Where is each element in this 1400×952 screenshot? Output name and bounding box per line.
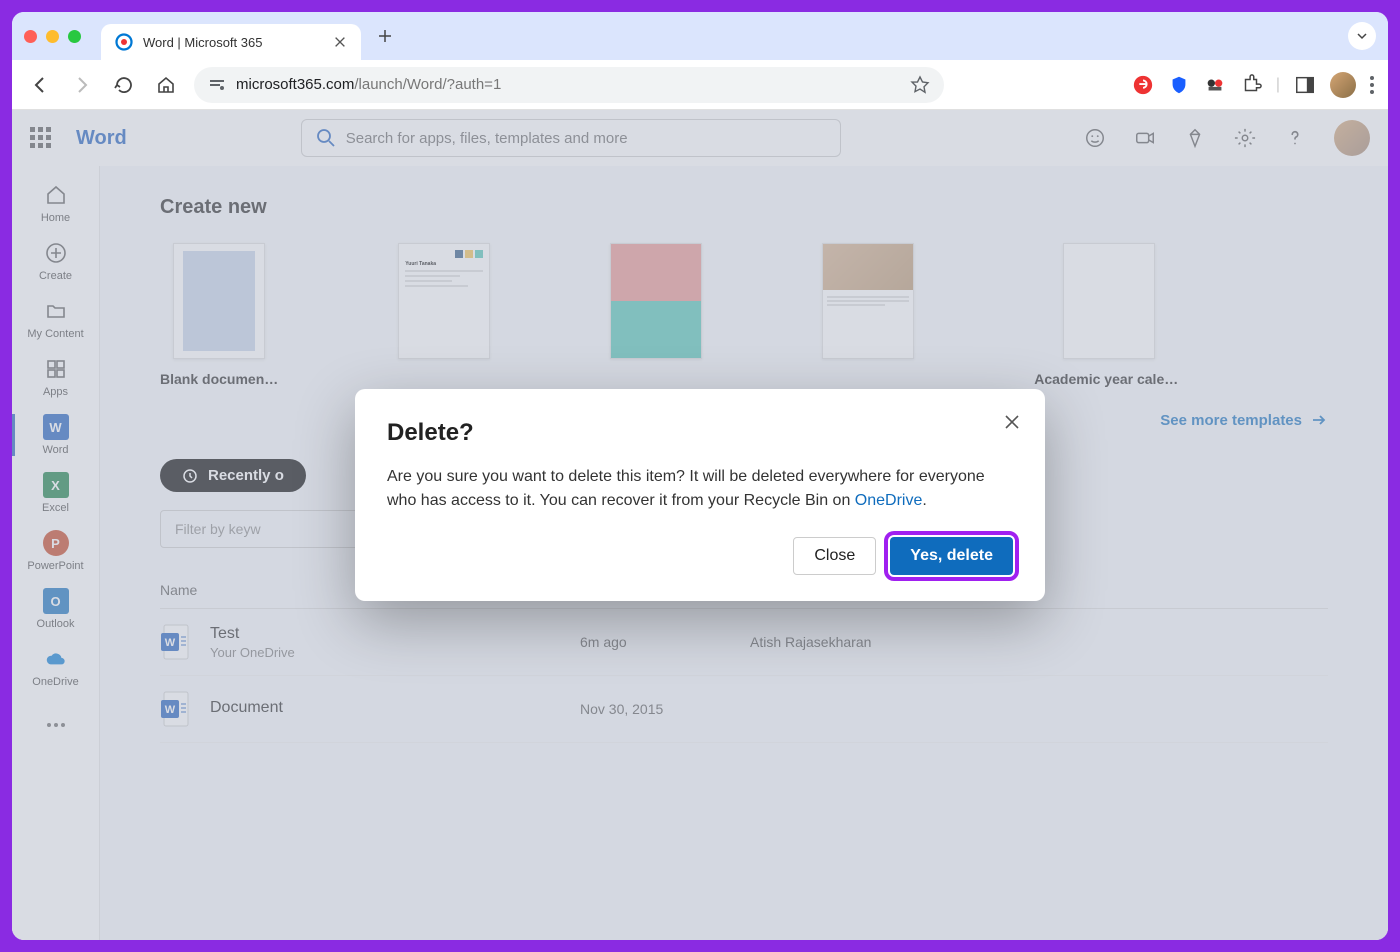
nav-forward-button[interactable]	[68, 71, 96, 99]
browser-tab-bar: Word | Microsoft 365	[12, 12, 1388, 60]
tab-title: Word | Microsoft 365	[143, 35, 323, 50]
address-bar: microsoft365.com/launch/Word/?auth=1 |	[12, 60, 1388, 110]
onedrive-link[interactable]: OneDrive	[855, 492, 923, 509]
extensions-icon[interactable]	[1240, 74, 1262, 96]
profile-avatar[interactable]	[1330, 72, 1356, 98]
nav-back-button[interactable]	[26, 71, 54, 99]
browser-tab[interactable]: Word | Microsoft 365	[101, 24, 361, 60]
delete-dialog: Delete? Are you sure you want to delete …	[355, 389, 1045, 601]
browser-window: Word | Microsoft 365 microsoft365.com/la…	[12, 12, 1388, 940]
password-manager-icon[interactable]	[1168, 74, 1190, 96]
window-controls	[24, 30, 81, 43]
url-text: microsoft365.com/launch/Word/?auth=1	[236, 76, 501, 93]
new-tab-button[interactable]	[377, 28, 393, 44]
extension-icon-1[interactable]	[1204, 74, 1226, 96]
app-area: Word Search for apps, files, templates a…	[12, 110, 1388, 940]
dialog-overlay: Delete? Are you sure you want to delete …	[12, 110, 1388, 940]
dialog-body: Are you sure you want to delete this ite…	[387, 465, 1013, 513]
close-icon	[1003, 413, 1021, 431]
window-maximize[interactable]	[68, 30, 81, 43]
bookmark-star-icon[interactable]	[910, 75, 930, 95]
site-info-icon[interactable]	[208, 76, 226, 94]
dialog-actions: Close Yes, delete	[387, 537, 1013, 575]
tab-close-icon[interactable]	[333, 35, 347, 49]
home-button[interactable]	[152, 71, 180, 99]
window-close[interactable]	[24, 30, 37, 43]
window-minimize[interactable]	[46, 30, 59, 43]
close-button[interactable]: Close	[793, 537, 876, 575]
url-box[interactable]: microsoft365.com/launch/Word/?auth=1	[194, 67, 944, 103]
dialog-title: Delete?	[387, 419, 1013, 447]
browser-menu-button[interactable]	[1370, 76, 1374, 94]
ms365-favicon	[115, 33, 133, 51]
adblock-icon[interactable]	[1132, 74, 1154, 96]
dialog-close-button[interactable]	[1003, 413, 1021, 431]
yes-delete-button[interactable]: Yes, delete	[890, 537, 1013, 575]
tab-list-button[interactable]	[1348, 22, 1376, 50]
reload-button[interactable]	[110, 71, 138, 99]
sidepanel-icon[interactable]	[1294, 74, 1316, 96]
